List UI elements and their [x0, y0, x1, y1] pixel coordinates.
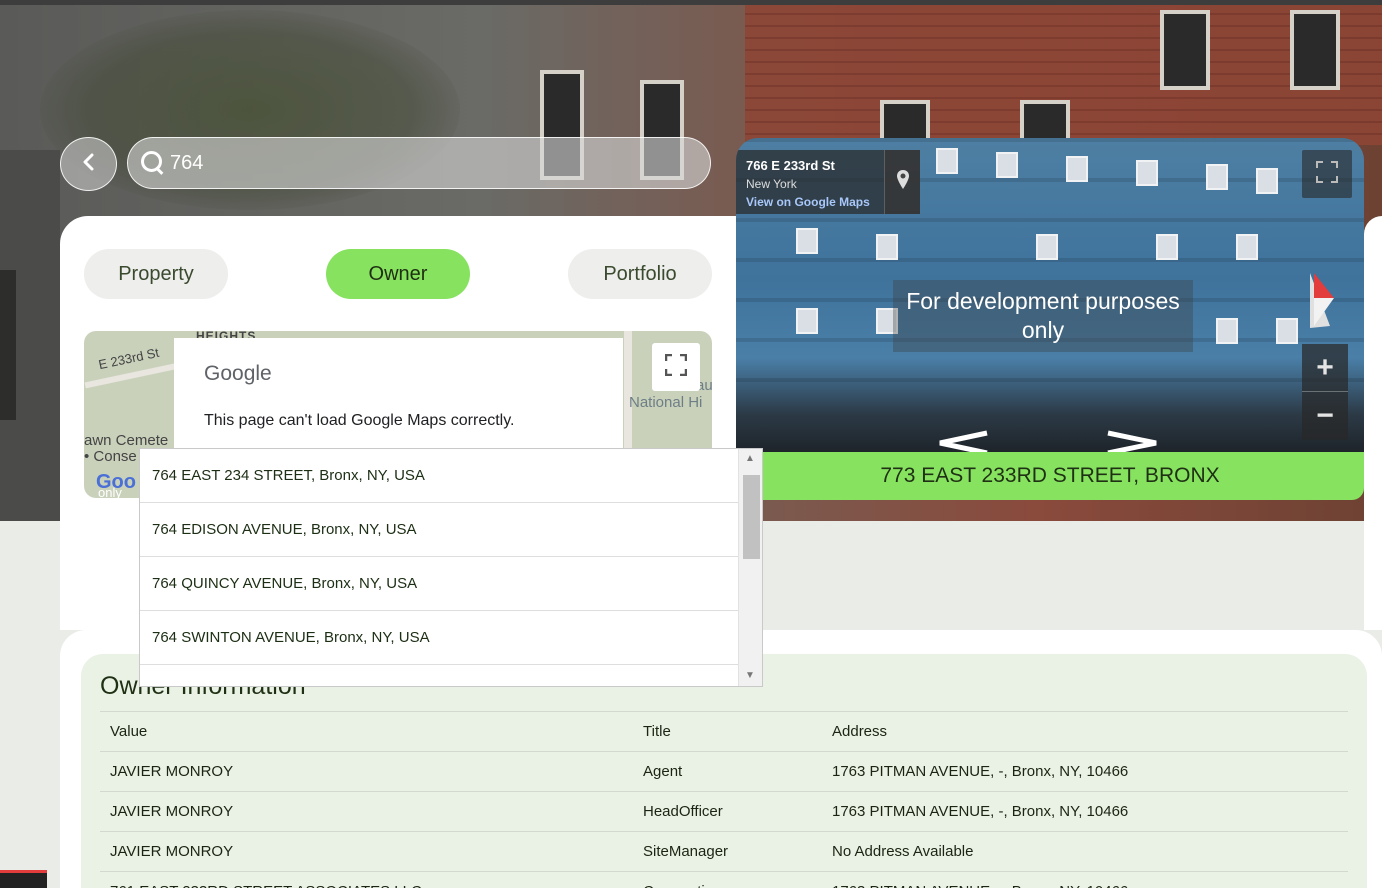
- search-icon: [140, 150, 166, 176]
- column-header-address: Address: [822, 711, 1348, 752]
- tab-label: Portfolio: [603, 262, 677, 285]
- owner-address-cell: 1763 PITMAN AVENUE, -, Bronx, NY, 10466: [822, 751, 1348, 792]
- search-input[interactable]: [170, 151, 690, 175]
- zoom-in-button[interactable]: +: [1302, 344, 1348, 392]
- facade-window: [1156, 234, 1178, 260]
- tab-property[interactable]: Property: [84, 249, 228, 299]
- development-notice: For development purposes only: [893, 280, 1193, 352]
- owner-value-cell: JAVIER MONROY: [100, 831, 633, 872]
- chevron-left-icon: [82, 151, 96, 177]
- facade-window: [1066, 156, 1088, 182]
- table-header-row: Value Title Address: [100, 711, 1348, 752]
- owner-value-cell: 761 EAST 233RD STREET ASSOCIATES LLC: [100, 871, 633, 888]
- fullscreen-icon: [1316, 160, 1338, 188]
- map-park-label: National Hi: [629, 394, 703, 411]
- suggestion-item[interactable]: 764 EDISON AVENUE, Bronx, NY, USA: [140, 503, 739, 557]
- facade-window: [1036, 234, 1058, 260]
- zoom-out-button[interactable]: −: [1302, 392, 1348, 440]
- page-gutter: [0, 521, 60, 888]
- building-wall: [0, 150, 60, 521]
- owner-address-cell: 1763 PITMAN AVENUE, -, Bronx, NY, 10466: [822, 871, 1348, 888]
- facade-window: [1136, 160, 1158, 186]
- facade-window: [1256, 168, 1278, 194]
- error-message: This page can't load Google Maps correct…: [204, 412, 515, 429]
- facade-window: [936, 148, 958, 174]
- table-row: JAVIER MONROY Agent 1763 PITMAN AVENUE, …: [100, 751, 1348, 792]
- building-window: [1160, 10, 1210, 90]
- owner-title-cell: Corporation: [633, 871, 822, 888]
- tab-label: Owner: [368, 262, 428, 285]
- owner-table: Value Title Address JAVIER MONROY Agent …: [100, 711, 1348, 888]
- corner-widget-icon[interactable]: [0, 870, 47, 888]
- table-row: JAVIER MONROY SiteManager No Address Ava…: [100, 831, 1348, 872]
- suggestion-item[interactable]: 764 EAST 234 STREET, Bronx, NY, USA: [140, 449, 739, 503]
- map-pin-icon: [896, 169, 910, 196]
- property-address-banner: 773 EAST 233RD STREET, BRONX: [736, 452, 1364, 500]
- owner-value-cell: JAVIER MONROY: [100, 751, 633, 792]
- zoom-controls: + −: [1302, 344, 1348, 440]
- owner-value-cell: JAVIER MONROY: [100, 791, 633, 832]
- tab-owner[interactable]: Owner: [326, 249, 470, 299]
- column-header-title: Title: [633, 711, 822, 752]
- street-view-panel[interactable]: 766 E 233rd St New York View on Google M…: [736, 138, 1364, 452]
- facade-window: [1236, 234, 1258, 260]
- banner-address: 773 EAST 233RD STREET, BRONX: [880, 464, 1220, 487]
- map-footer-text: only: [98, 485, 122, 498]
- facade-window: [996, 152, 1018, 178]
- scrollbar-thumb[interactable]: [743, 475, 760, 559]
- search-suggestions-dropdown[interactable]: 764 EAST 234 STREET, Bronx, NY, USA 764 …: [139, 448, 763, 687]
- doorway: [0, 270, 16, 420]
- facade-window: [876, 234, 898, 260]
- map-cemetery-label: awn Cemete: [84, 432, 169, 449]
- facade-window: [1206, 164, 1228, 190]
- search-bar[interactable]: [127, 137, 711, 189]
- owner-title-cell: HeadOfficer: [633, 791, 822, 832]
- nav-arrow-right-icon[interactable]: [1104, 420, 1164, 452]
- map-fullscreen-button[interactable]: [652, 343, 700, 391]
- facade-window: [1276, 318, 1298, 344]
- table-row: 761 EAST 233RD STREET ASSOCIATES LLC Cor…: [100, 871, 1348, 888]
- scroll-down-icon[interactable]: ▼: [745, 670, 755, 681]
- suggestion-item[interactable]: 764 QUINCY AVENUE, Bronx, NY, USA: [140, 557, 739, 611]
- owner-title-cell: SiteManager: [633, 831, 822, 872]
- facade-window: [796, 228, 818, 254]
- map-cons-label: • Conse: [84, 448, 137, 465]
- right-panel-edge: [1364, 216, 1382, 630]
- owner-title-cell: Agent: [633, 751, 822, 792]
- owner-address-cell: 1763 PITMAN AVENUE, -, Bronx, NY, 10466: [822, 791, 1348, 832]
- tab-portfolio[interactable]: Portfolio: [568, 249, 712, 299]
- table-row: JAVIER MONROY HeadOfficer 1763 PITMAN AV…: [100, 791, 1348, 832]
- suggestion-item[interactable]: 764 SWINTON AVENUE, Bronx, NY, USA: [140, 611, 739, 665]
- fullscreen-icon: [664, 353, 688, 381]
- column-header-value: Value: [100, 711, 633, 752]
- back-button[interactable]: [60, 137, 117, 191]
- compass-icon[interactable]: [1302, 268, 1342, 338]
- building-window: [1290, 10, 1340, 90]
- facade-window: [1216, 318, 1238, 344]
- owner-address-cell: No Address Available: [822, 831, 1348, 872]
- facade-window: [796, 308, 818, 334]
- nav-arrow-left-icon[interactable]: [932, 420, 992, 452]
- streetview-fullscreen-button[interactable]: [1302, 150, 1352, 198]
- scroll-up-icon[interactable]: ▲: [745, 453, 755, 464]
- location-pin-button[interactable]: [884, 150, 920, 214]
- tab-label: Property: [118, 262, 194, 285]
- google-brand: Google: [204, 362, 272, 385]
- dropdown-scrollbar[interactable]: ▲ ▼: [738, 449, 762, 686]
